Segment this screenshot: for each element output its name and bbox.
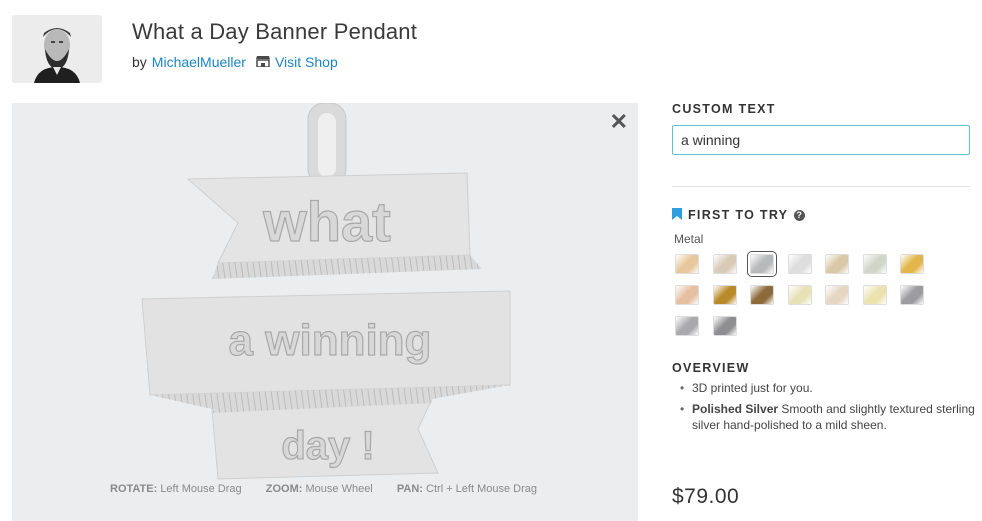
metal-swatch-6[interactable]	[862, 254, 887, 274]
metal-label: Metal	[674, 232, 704, 246]
banner-text-3: day !	[281, 424, 374, 468]
metal-swatch-8[interactable]	[675, 285, 699, 305]
metal-swatch-16[interactable]	[712, 316, 737, 336]
bookmark-icon	[672, 208, 682, 223]
metal-swatch-2[interactable]	[712, 254, 737, 274]
byline: by MichaelMueller Visit Shop	[132, 54, 338, 70]
metal-swatch-10[interactable]	[750, 285, 774, 305]
rotate-value: Left Mouse Drag	[160, 483, 242, 495]
price: $79.00	[672, 485, 740, 508]
overview-item-1-text: 3D printed just for you.	[692, 381, 813, 395]
overview-item: 3D printed just for you.	[678, 380, 978, 396]
close-icon[interactable]: ✕	[610, 109, 628, 135]
banner-text-2: a winning	[229, 316, 432, 365]
designer-link[interactable]: MichaelMueller	[152, 54, 246, 70]
metal-swatch-3[interactable]	[747, 251, 777, 277]
zoom-value: Mouse Wheel	[305, 483, 373, 495]
model-viewer[interactable]: ✕ what a winning day ! ROTATE: Left Mous…	[12, 103, 638, 521]
metal-swatch-9[interactable]	[712, 285, 737, 305]
pan-key: PAN:	[396, 483, 423, 495]
visit-shop-link[interactable]: Visit Shop	[275, 54, 338, 70]
first-to-try-label: FIRST TO TRY	[688, 208, 789, 222]
pan-value: Ctrl + Left Mouse Drag	[426, 483, 537, 495]
custom-text-label: CUSTOM TEXT	[672, 102, 776, 116]
by-label: by	[132, 54, 147, 70]
custom-text-input[interactable]	[672, 125, 970, 155]
banner-text-1: what	[262, 190, 391, 253]
overview-list: 3D printed just for you. Polished Silver…	[678, 380, 978, 438]
metal-swatch-7[interactable]	[900, 254, 924, 274]
overview-label: OVERVIEW	[672, 361, 750, 375]
shop-icon	[255, 54, 270, 70]
overview-item: Polished Silver Smooth and slightly text…	[678, 401, 978, 433]
metal-swatch-1[interactable]	[675, 254, 699, 274]
pendant-render[interactable]: what a winning day !	[12, 103, 638, 521]
designer-avatar[interactable]	[12, 15, 102, 83]
metal-swatch-11[interactable]	[787, 285, 812, 305]
divider	[672, 186, 970, 187]
product-title: What a Day Banner Pendant	[132, 19, 418, 44]
metal-swatch-15[interactable]	[675, 316, 699, 336]
metal-swatch-14[interactable]	[900, 285, 924, 305]
viewer-controls-hint: ROTATE: Left Mouse Drag ZOOM: Mouse Whee…	[110, 483, 537, 495]
first-to-try-heading: FIRST TO TRY?	[672, 208, 806, 223]
metal-swatch-5[interactable]	[825, 254, 849, 274]
metal-swatch-13[interactable]	[862, 285, 887, 305]
rotate-key: ROTATE:	[110, 483, 158, 495]
metal-swatch-4[interactable]	[787, 254, 812, 274]
metal-swatch-12[interactable]	[825, 285, 849, 305]
zoom-key: ZOOM:	[265, 483, 303, 495]
material-name: Polished Silver	[692, 402, 779, 416]
help-icon[interactable]: ?	[794, 210, 806, 221]
